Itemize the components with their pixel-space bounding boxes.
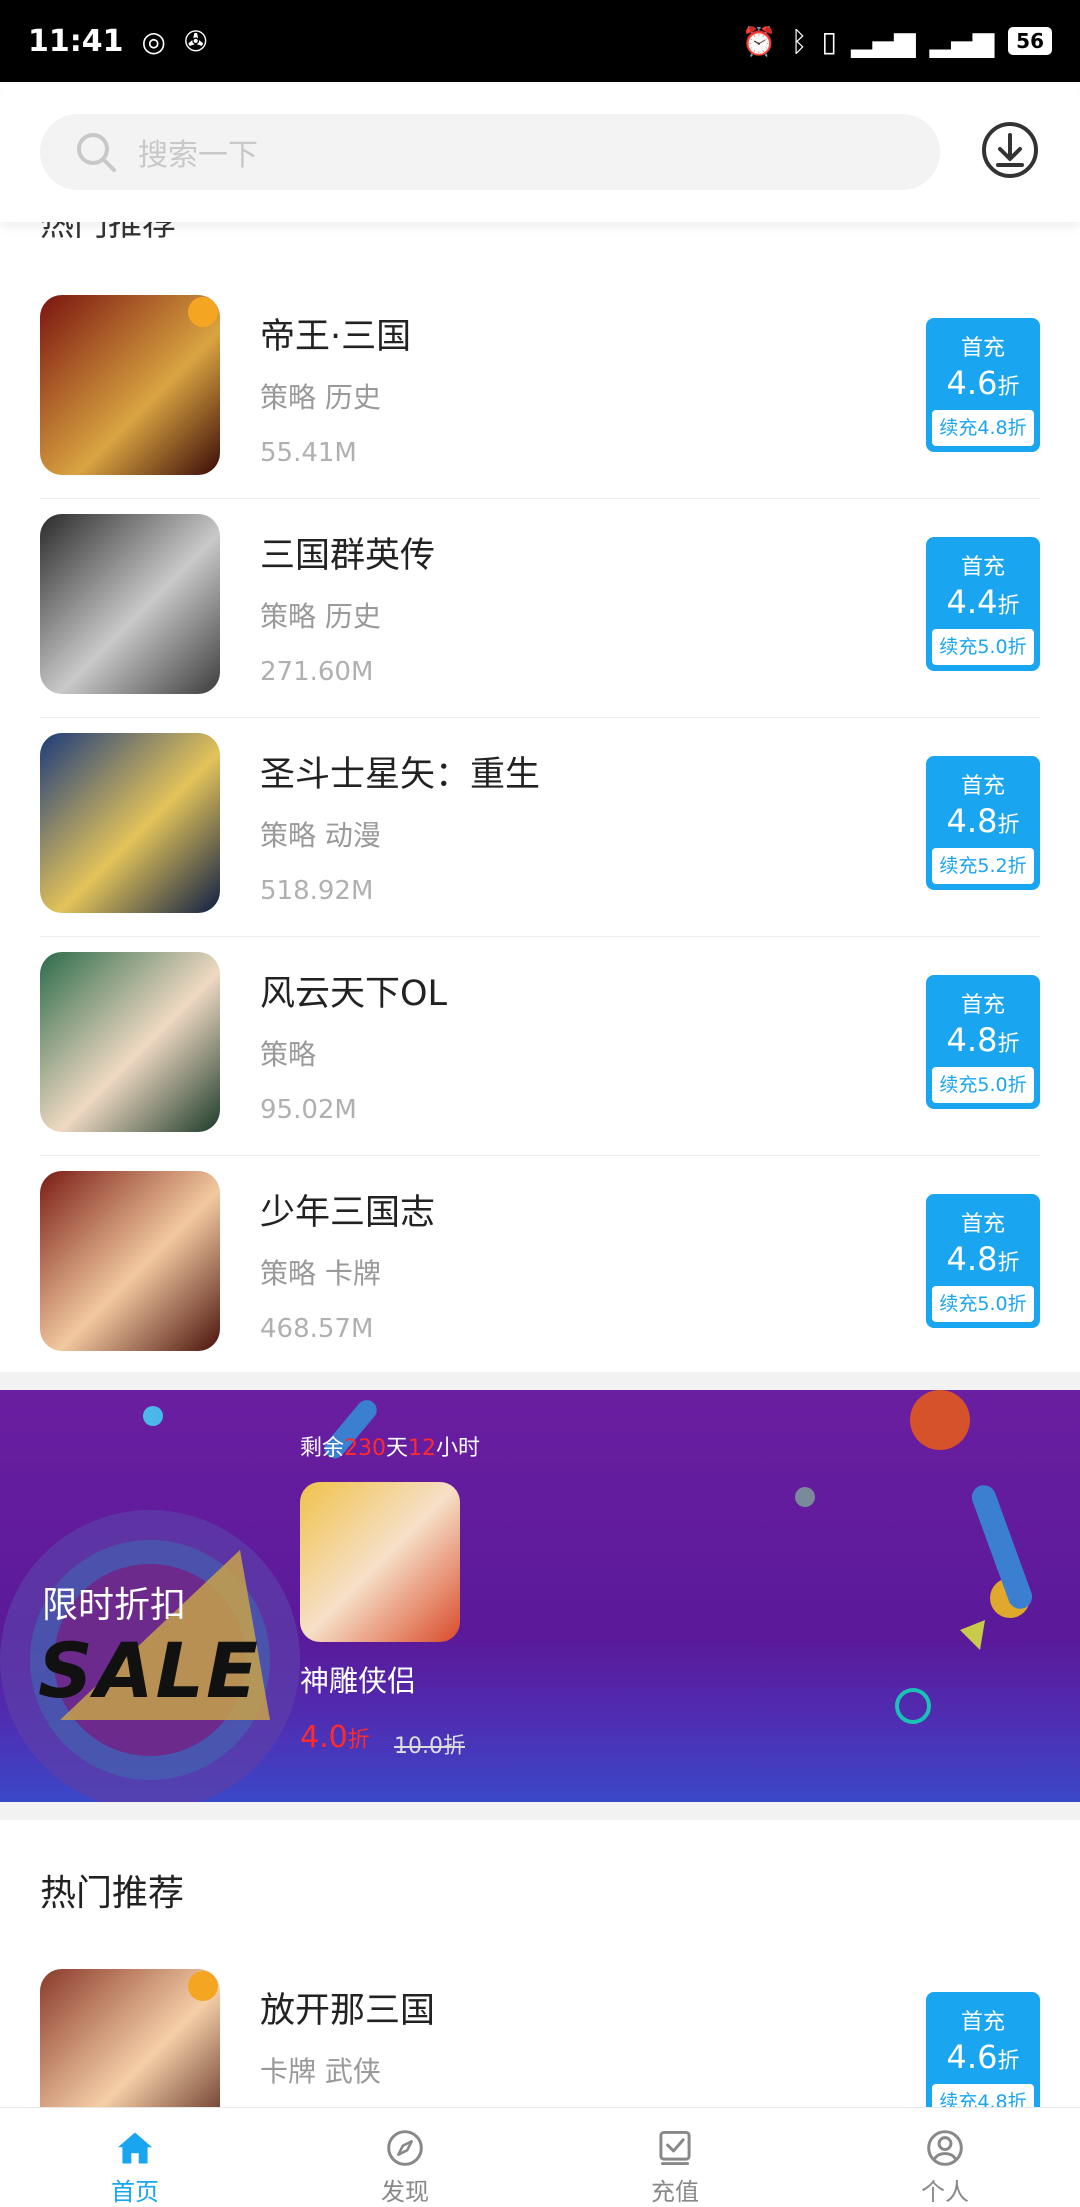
nav-profile[interactable]: 个人 [810, 2108, 1080, 2207]
status-bar: 11:41 ◎ ✇ ⏰ ᛒ ▯ ▂▄▆ ▂▄▆ 56 [0, 0, 1080, 82]
section-divider [0, 1372, 1080, 1390]
badge-renew: 续充5.2折 [932, 848, 1034, 884]
compass-icon [387, 2130, 423, 2166]
game-icon [40, 514, 220, 694]
list-item[interactable]: 少年三国志 策略 卡牌 468.57M 首充 4.8折 续充5.0折 [0, 1156, 1080, 1375]
list-item[interactable]: 圣斗士星矢：重生 策略 动漫 518.92M 首充 4.8折 续充5.2折 [0, 718, 1080, 937]
badge-value: 4.6折 [946, 2038, 1020, 2076]
game-name: 帝王·三国 [260, 317, 412, 357]
bluetooth-icon: ᛒ [790, 24, 808, 58]
search-icon [77, 133, 116, 172]
home-icon [117, 2132, 153, 2164]
badge-value: 4.8折 [946, 1021, 1020, 1059]
signal-4g-icon: ▂▄▆ [929, 24, 995, 58]
badge-renew: 续充5.0折 [932, 629, 1034, 665]
section-title: 热门推荐 [40, 1873, 185, 1914]
nav-label: 发现 [381, 2178, 429, 2206]
discount-badge[interactable]: 首充 4.6折 续充4.8折 [926, 318, 1040, 452]
game-name: 放开那三国 [260, 1991, 436, 2031]
sale-banner[interactable]: 限时折扣 SALE 剩余230天12小时 神雕侠侣 4.0折 10.0折 [0, 1390, 1080, 1802]
game-list: 帝王·三国 策略 历史 55.41M 首充 4.6折 续充4.8折 三国群英传 … [0, 280, 1080, 1375]
game-name: 风云天下OL [260, 974, 448, 1014]
game-size: 271.60M [260, 657, 374, 687]
vibrate-icon: ▯ [821, 24, 837, 58]
nav-label: 充值 [651, 2178, 699, 2206]
badge-value: 4.6折 [946, 364, 1020, 402]
section-divider [0, 1802, 1080, 1820]
badge-label: 首充 [960, 774, 1005, 799]
network-icon: ✇ [183, 24, 208, 58]
list-item[interactable]: 三国群英传 策略 历史 271.60M 首充 4.4折 续充5.0折 [0, 499, 1080, 718]
discount-badge[interactable]: 首充 4.8折 续充5.0折 [926, 1194, 1040, 1328]
game-tags: 策略 [260, 1038, 317, 1071]
game-icon [40, 952, 220, 1132]
download-icon[interactable] [980, 120, 1040, 180]
promo-game-name: 神雕侠侣 [300, 1664, 417, 1698]
badge-label: 首充 [960, 1212, 1005, 1237]
clock: 11:41 [28, 23, 124, 59]
nav-discover[interactable]: 发现 [270, 2108, 540, 2207]
game-size: 518.92M [260, 876, 374, 906]
badge-label: 首充 [960, 2010, 1005, 2035]
discount-badge[interactable]: 首充 4.8折 续充5.0折 [926, 975, 1040, 1109]
discount-badge[interactable]: 首充 4.8折 续充5.2折 [926, 756, 1040, 890]
promo-original-price: 10.0折 [394, 1734, 465, 1759]
game-tags: 卡牌 武侠 [260, 2055, 381, 2088]
game-size: 55.41M [260, 438, 357, 468]
badge-label: 首充 [960, 336, 1005, 361]
promo-price: 4.0折 [300, 1720, 370, 1755]
user-icon [927, 2130, 963, 2166]
badge-label: 首充 [960, 993, 1005, 1018]
game-name: 圣斗士星矢：重生 [260, 755, 541, 795]
carrier-icon: ◎ [141, 24, 166, 58]
game-tags: 策略 历史 [260, 381, 381, 414]
nav-home[interactable]: 首页 [0, 2108, 270, 2207]
game-size: 95.02M [260, 1095, 357, 1125]
alarm-icon: ⏰ [741, 24, 777, 58]
game-icon [40, 295, 220, 475]
countdown: 剩余230天12小时 [300, 1436, 481, 1461]
game-tags: 策略 历史 [260, 600, 381, 633]
discount-badge[interactable]: 首充 4.6折 续充4.8折 [926, 1992, 1040, 2126]
badge-value: 4.4折 [946, 583, 1020, 621]
badge-renew: 续充4.8折 [932, 410, 1034, 446]
sale-word: SALE [38, 1626, 260, 1715]
bottom-nav: 首页 发现 充值 个人 [0, 2107, 1080, 2207]
list-item[interactable]: 帝王·三国 策略 历史 55.41M 首充 4.6折 续充4.8折 [0, 280, 1080, 499]
list-item[interactable]: 风云天下OL 策略 95.02M 首充 4.8折 续充5.0折 [0, 937, 1080, 1156]
gift-icon [188, 297, 218, 327]
battery-icon: 56 [1008, 27, 1052, 55]
signal-icon: ▂▄▆ [850, 24, 916, 58]
sale-title: 限时折扣 [42, 1585, 187, 1626]
promo-game-icon[interactable] [300, 1482, 460, 1642]
badge-renew: 续充5.0折 [932, 1067, 1034, 1103]
nav-recharge[interactable]: 充值 [540, 2108, 810, 2207]
badge-renew: 续充5.0折 [932, 1286, 1034, 1322]
search-header: 搜索一下 [0, 82, 1080, 222]
game-size: 468.57M [260, 1314, 374, 1344]
badge-label: 首充 [960, 555, 1005, 580]
nav-label: 首页 [111, 2178, 159, 2206]
game-tags: 策略 动漫 [260, 819, 381, 852]
badge-value: 4.8折 [946, 1240, 1020, 1278]
game-icon [40, 1171, 220, 1351]
gift-icon [188, 1971, 218, 2001]
recharge-icon [659, 2130, 691, 2166]
game-name: 三国群英传 [260, 536, 436, 576]
search-placeholder: 搜索一下 [138, 138, 258, 173]
search-input[interactable]: 搜索一下 [40, 114, 940, 190]
nav-label: 个人 [921, 2178, 969, 2206]
game-icon [40, 733, 220, 913]
badge-value: 4.8折 [946, 802, 1020, 840]
game-tags: 策略 卡牌 [260, 1257, 381, 1290]
game-name: 少年三国志 [260, 1193, 436, 1233]
discount-badge[interactable]: 首充 4.4折 续充5.0折 [926, 537, 1040, 671]
